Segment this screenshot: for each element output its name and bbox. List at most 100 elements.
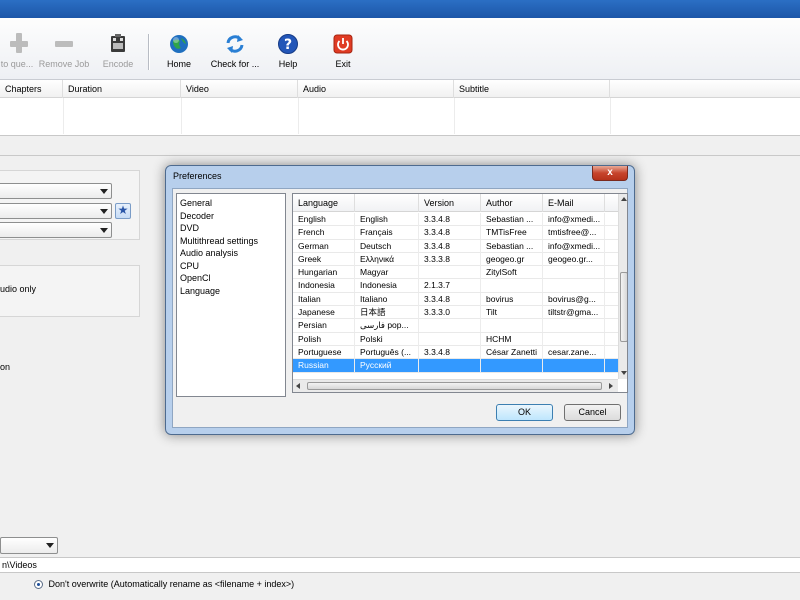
language-row[interactable]: French Français 3.3.4.8 TMTisFree tmtisfree@… xyxy=(293,226,618,240)
preferences-dialog: Preferences x General Decoder DVD Multit… xyxy=(165,165,635,435)
settings-combo-3[interactable] xyxy=(0,222,112,238)
remove-job-button[interactable]: Remove Job xyxy=(38,33,90,77)
row-version: 3.3.4.8 xyxy=(419,239,481,253)
row-native-name: Português (... xyxy=(355,345,419,359)
col-email[interactable]: E-Mail xyxy=(543,194,605,212)
row-author: bovirus xyxy=(481,292,543,306)
tree-item-general[interactable]: General xyxy=(180,198,212,208)
overwrite-radio[interactable] xyxy=(34,580,43,590)
language-list-header: Language Version Author E-Mail xyxy=(293,194,618,212)
tree-item-multithread[interactable]: Multithread settings xyxy=(180,236,258,246)
row-language: Greek xyxy=(293,252,355,266)
language-row[interactable]: Russian Русский xyxy=(293,359,618,373)
favorite-star-button[interactable]: ★ xyxy=(115,203,131,219)
settings-combo-1[interactable] xyxy=(0,183,112,199)
language-row[interactable]: Italian Italiano 3.3.4.8 bovirus bovirus@g..… xyxy=(293,292,618,307)
language-row[interactable]: Hungarian Magyar ZitylSoft xyxy=(293,266,618,280)
row-language: Hungarian xyxy=(293,266,355,280)
ok-button[interactable]: OK xyxy=(496,404,553,421)
queue-header: Chapters Duration Video Audio Subtitle xyxy=(0,80,800,98)
col-version[interactable]: Version xyxy=(419,194,481,212)
check-for-updates-button[interactable]: Check for ... xyxy=(206,33,264,77)
row-language: Italian xyxy=(293,292,355,306)
col-language[interactable]: Language xyxy=(293,194,355,212)
tree-item-opencl[interactable]: OpenCl xyxy=(180,273,211,283)
tree-item-cpu[interactable]: CPU xyxy=(180,261,199,271)
language-list-vscrollbar[interactable] xyxy=(618,194,627,379)
panel-splitter[interactable] xyxy=(0,136,800,156)
tree-item-dvd[interactable]: DVD xyxy=(180,223,199,233)
add-to-queue-label: to que... xyxy=(0,59,34,69)
toolbar-separator xyxy=(148,34,149,70)
overwrite-option[interactable]: Don't overwrite (Automatically rename as… xyxy=(34,579,295,590)
scroll-up-icon[interactable] xyxy=(621,197,627,201)
scroll-left-icon[interactable] xyxy=(296,383,300,389)
row-native-name: Italiano xyxy=(355,292,419,306)
home-button[interactable]: Home xyxy=(160,33,198,77)
row-author: César Zanetti xyxy=(481,345,543,359)
row-language: French xyxy=(293,226,355,240)
language-row[interactable]: Polish Polski HCHM xyxy=(293,332,618,346)
refresh-arrows-icon xyxy=(224,33,246,55)
queue-col-duration[interactable]: Duration xyxy=(63,80,181,98)
row-version: 3.3.3.8 xyxy=(419,252,481,266)
scroll-right-icon[interactable] xyxy=(609,383,613,389)
exit-button[interactable]: Exit xyxy=(328,33,358,77)
encode-button[interactable]: Encode xyxy=(100,33,136,77)
language-row[interactable]: Indonesia Indonesia 2.1.3.7 xyxy=(293,279,618,293)
queue-col-audio[interactable]: Audio xyxy=(298,80,454,98)
tree-item-audio-analysis[interactable]: Audio analysis xyxy=(180,248,238,258)
power-icon xyxy=(332,33,354,55)
overwrite-label: Don't overwrite (Automatically rename as… xyxy=(48,579,295,589)
settings-combo-2[interactable] xyxy=(0,203,112,219)
star-icon: ★ xyxy=(117,203,129,217)
row-version xyxy=(419,332,481,346)
row-native-name: Indonesia xyxy=(355,279,419,293)
row-native-name: Magyar xyxy=(355,266,419,280)
row-native-name: Deutsch xyxy=(355,239,419,253)
row-native-name: English xyxy=(355,213,419,226)
row-version xyxy=(419,266,481,280)
language-row[interactable]: Japanese 日本語 3.3.3.0 Tilt tiltstr@gma... xyxy=(293,306,618,320)
row-version: 3.3.4.8 xyxy=(419,345,481,359)
language-row[interactable]: English English 3.3.4.8 Sebastian ... info@x… xyxy=(293,213,618,227)
row-language: German xyxy=(293,239,355,253)
language-list-hscrollbar[interactable] xyxy=(293,379,618,392)
col-native-name[interactable] xyxy=(355,194,419,212)
row-native-name: فارسی pop... xyxy=(355,319,419,333)
row-native-name: Français xyxy=(355,226,419,240)
output-path-field[interactable] xyxy=(0,557,800,573)
language-row[interactable]: Portuguese Português (... 3.3.4.8 César Zan… xyxy=(293,345,618,360)
tree-item-language[interactable]: Language xyxy=(180,286,220,296)
help-button[interactable]: ? Help xyxy=(272,33,304,77)
add-to-queue-button[interactable]: to que... xyxy=(0,33,40,77)
audio-only-label: udio only xyxy=(0,284,37,294)
row-email: cesar.zane... xyxy=(543,345,605,359)
language-row[interactable]: Persian فارسی pop... xyxy=(293,319,618,333)
tree-item-decoder[interactable]: Decoder xyxy=(180,211,214,221)
row-email: info@xmedi... xyxy=(543,239,605,253)
dialog-close-button[interactable]: x xyxy=(592,166,628,181)
scroll-down-icon[interactable] xyxy=(621,371,627,375)
output-format-combo[interactable] xyxy=(0,537,58,554)
cancel-button[interactable]: Cancel xyxy=(564,404,621,421)
row-native-name: Русский xyxy=(355,359,419,373)
queue-col-subtitle[interactable]: Subtitle xyxy=(454,80,610,98)
vscroll-thumb[interactable] xyxy=(620,272,627,342)
queue-gridline xyxy=(181,98,182,134)
row-author: Sebastian ... xyxy=(481,239,543,253)
queue-col-chapters[interactable]: Chapters xyxy=(0,80,63,98)
col-author[interactable]: Author xyxy=(481,194,543,212)
queue-col-video[interactable]: Video xyxy=(181,80,298,98)
row-email xyxy=(543,279,605,293)
row-language: Indonesia xyxy=(293,279,355,293)
globe-icon xyxy=(168,33,190,55)
language-row[interactable]: German Deutsch 3.3.4.8 Sebastian ... info@xm… xyxy=(293,239,618,253)
language-list[interactable]: Language Version Author E-Mail English En… xyxy=(292,193,628,393)
job-queue-table[interactable]: Chapters Duration Video Audio Subtitle xyxy=(0,80,800,136)
hscroll-thumb[interactable] xyxy=(307,382,602,390)
language-row[interactable]: Greek Ελληνικά 3.3.3.8 geogeo.gr geogeo.gr..… xyxy=(293,252,618,267)
home-label: Home xyxy=(166,59,191,69)
output-path-value: n\Videos xyxy=(2,560,37,570)
row-author xyxy=(481,279,543,293)
